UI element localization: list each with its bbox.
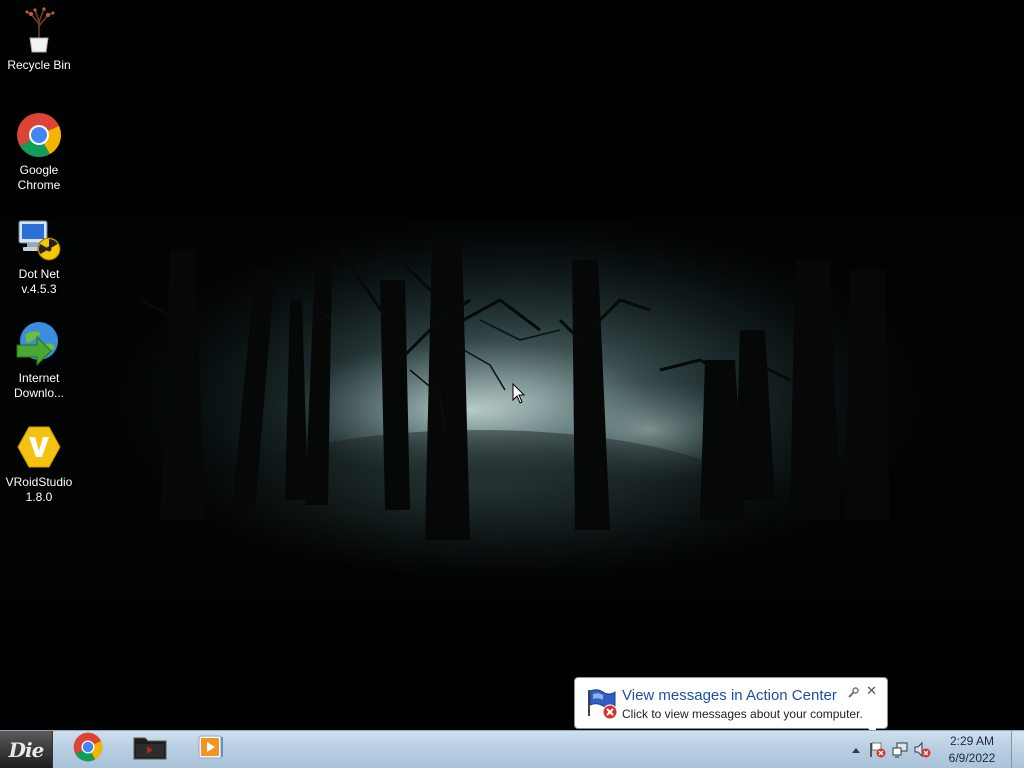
clock-time: 2:29 AM [949,733,995,748]
desktop-icon-recycle-bin[interactable]: Recycle Bin [2,6,76,73]
network-icon[interactable] [889,739,911,761]
volume-muted-icon[interactable] [911,739,933,761]
desktop-wallpaper [0,0,1024,730]
dotnet-installer-icon [15,215,63,263]
close-icon[interactable]: ✕ [866,683,877,699]
vroid-studio-icon [15,423,63,471]
desktop-icon-label: Google Chrome [17,163,61,192]
notification-text: Click to view messages about your comput… [622,707,863,721]
desktop-icon-label: Recycle Bin [7,58,71,72]
desktop-icon-internet-download-manager[interactable]: Internet Downlo... [2,319,76,401]
start-button-label: Die [8,737,45,762]
internet-download-manager-icon [15,319,63,367]
up-arrow-icon[interactable] [845,739,867,761]
taskbar: Die 2:29 AM 6/9/2022 [0,730,1024,768]
mouse-cursor-icon [512,382,526,410]
desktop-icon-vroid-studio[interactable]: VRoidStudio 1.8.0 [2,423,76,505]
desktop-icon-label: Dot Net v.4.5.3 [18,267,60,296]
clock[interactable]: 2:29 AM 6/9/2022 [937,733,1007,767]
desktop-icon-label: Internet Downlo... [13,371,65,400]
show-desktop-button[interactable] [1011,731,1024,768]
recycle-bin-icon [15,6,63,54]
chrome-icon [15,111,63,159]
taskbar-app-chrome[interactable] [60,732,116,767]
media-player-icon [197,734,225,765]
chrome-icon [73,732,103,767]
desktop-icon-dot-net[interactable]: Dot Net v.4.5.3 [2,215,76,297]
options-wrench-icon[interactable] [847,686,859,698]
notification-title[interactable]: View messages in Action Center [622,687,837,704]
action-center-flag-icon [585,686,619,720]
system-tray: 2:29 AM 6/9/2022 [845,731,1024,768]
start-button[interactable]: Die [0,731,53,768]
action-center-flag-icon[interactable] [867,739,889,761]
folder-icon [133,734,167,765]
clock-date: 6/9/2022 [948,750,996,765]
taskbar-app-file-explorer[interactable] [122,732,178,767]
desktop-icon-label: VRoidStudio 1.8.0 [5,475,73,504]
action-center-notification[interactable]: View messages in Action Center Click to … [574,677,888,729]
taskbar-app-media-player[interactable] [183,732,239,767]
desktop-icon-google-chrome[interactable]: Google Chrome [2,111,76,193]
